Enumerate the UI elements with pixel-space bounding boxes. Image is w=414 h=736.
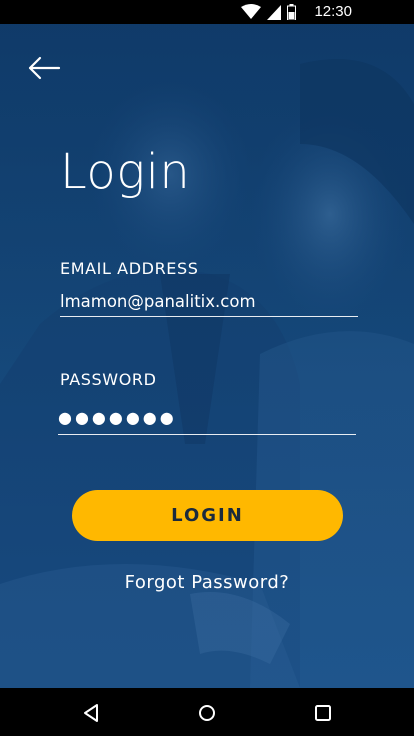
app-screen: 12:30 Login EMAIL ADDRESS lmamon@panalit… [0,0,414,736]
cellular-signal-icon [267,5,281,20]
password-field[interactable] [58,400,356,435]
arrow-left-icon [28,56,61,80]
email-label: EMAIL ADDRESS [60,259,199,278]
nav-recents-icon [315,705,331,721]
login-screen: Login EMAIL ADDRESS PASSWORD LOGIN Forgo… [0,24,414,688]
wifi-icon [241,4,261,19]
nav-back-button[interactable] [78,700,104,726]
email-field[interactable] [60,286,358,317]
forgot-password-link[interactable]: Forgot Password? [0,572,414,593]
password-label: PASSWORD [60,370,157,389]
status-bar: 12:30 [0,0,414,24]
back-button[interactable] [24,52,64,84]
nav-recents-button[interactable] [310,700,336,726]
login-button[interactable]: LOGIN [72,490,343,541]
nav-home-icon [199,705,215,721]
battery-icon [287,4,296,20]
status-time: 12:30 [314,3,352,20]
nav-home-button[interactable] [194,700,220,726]
page-title: Login [60,144,191,200]
nav-back-icon [84,704,98,722]
status-icons [241,3,296,21]
navigation-bar [0,688,414,736]
